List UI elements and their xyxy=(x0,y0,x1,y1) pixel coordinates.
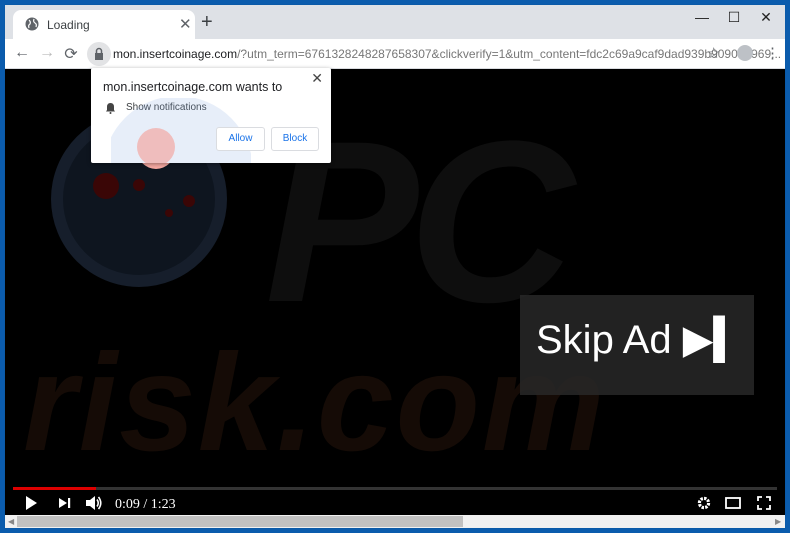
maximize-button[interactable]: ☐ xyxy=(719,9,749,26)
popup-close-icon[interactable]: ✕ xyxy=(311,70,323,87)
watermark-dot xyxy=(93,173,119,199)
lock-icon xyxy=(95,47,103,60)
title-bar: Loading ✕ + — ☐ ✕ xyxy=(5,5,785,39)
watermark-dot xyxy=(183,195,195,207)
scroll-right-arrow[interactable]: ▶ xyxy=(775,515,781,528)
browser-toolbar: ← → ⟳ mon.insertcoinage.com/?utm_term=67… xyxy=(5,39,785,69)
profile-avatar[interactable] xyxy=(737,45,753,61)
fullscreen-icon[interactable] xyxy=(757,496,771,510)
theater-mode-icon[interactable] xyxy=(725,497,741,509)
site-info-button[interactable] xyxy=(87,42,111,66)
skip-ad-label: Skip Ad ▶▍ xyxy=(536,318,745,362)
scroll-left-arrow[interactable]: ◀ xyxy=(8,515,14,528)
popup-message: mon.insertcoinage.com wants to xyxy=(103,80,283,94)
block-button[interactable]: Block xyxy=(271,127,319,151)
tab-title: Loading xyxy=(47,18,90,32)
video-progress-fill xyxy=(13,487,96,490)
allow-button[interactable]: Allow xyxy=(216,127,265,151)
bell-icon xyxy=(106,103,115,114)
globe-icon xyxy=(25,17,39,31)
address-bar[interactable]: mon.insertcoinage.com/?utm_term=67613282… xyxy=(87,42,781,66)
back-button[interactable]: ← xyxy=(12,44,32,62)
bookmark-star-icon[interactable]: ☆ xyxy=(707,44,720,62)
new-tab-button[interactable]: + xyxy=(201,11,213,34)
browser-window: Loading ✕ + — ☐ ✕ ← → ⟳ mon.insertcoinag… xyxy=(4,4,786,529)
tab-close-icon[interactable]: ✕ xyxy=(179,15,192,33)
url-text: mon.insertcoinage.com/?utm_term=67613282… xyxy=(113,47,781,61)
permission-label: Show notifications xyxy=(126,102,207,113)
reload-button[interactable]: ⟳ xyxy=(61,44,81,64)
url-host: mon.insertcoinage.com xyxy=(113,47,238,61)
settings-gear-icon[interactable] xyxy=(697,496,711,510)
skip-ad-button[interactable]: Skip Ad ▶▍ xyxy=(520,295,754,395)
video-progress-bar[interactable] xyxy=(13,487,777,490)
watermark-dot xyxy=(133,179,145,191)
play-icon[interactable] xyxy=(23,495,39,511)
tab-loading[interactable]: Loading ✕ xyxy=(13,10,195,39)
time-display: 0:09 / 1:23 xyxy=(115,497,176,512)
minimize-button[interactable]: — xyxy=(687,9,717,25)
forward-button[interactable]: → xyxy=(37,44,57,62)
scrollbar-thumb[interactable] xyxy=(17,516,464,527)
watermark-dot xyxy=(165,209,173,217)
close-window-button[interactable]: ✕ xyxy=(751,9,781,26)
volume-icon[interactable] xyxy=(85,495,103,511)
menu-icon[interactable]: ⋮ xyxy=(765,44,780,62)
notification-permission-popup: mon.insertcoinage.com wants to ✕ Show no… xyxy=(91,68,331,163)
horizontal-scrollbar[interactable]: ◀ ▶ xyxy=(5,515,785,528)
next-icon[interactable] xyxy=(58,497,72,509)
url-query: /?utm_term=6761328248287658307&clickveri… xyxy=(237,47,782,61)
